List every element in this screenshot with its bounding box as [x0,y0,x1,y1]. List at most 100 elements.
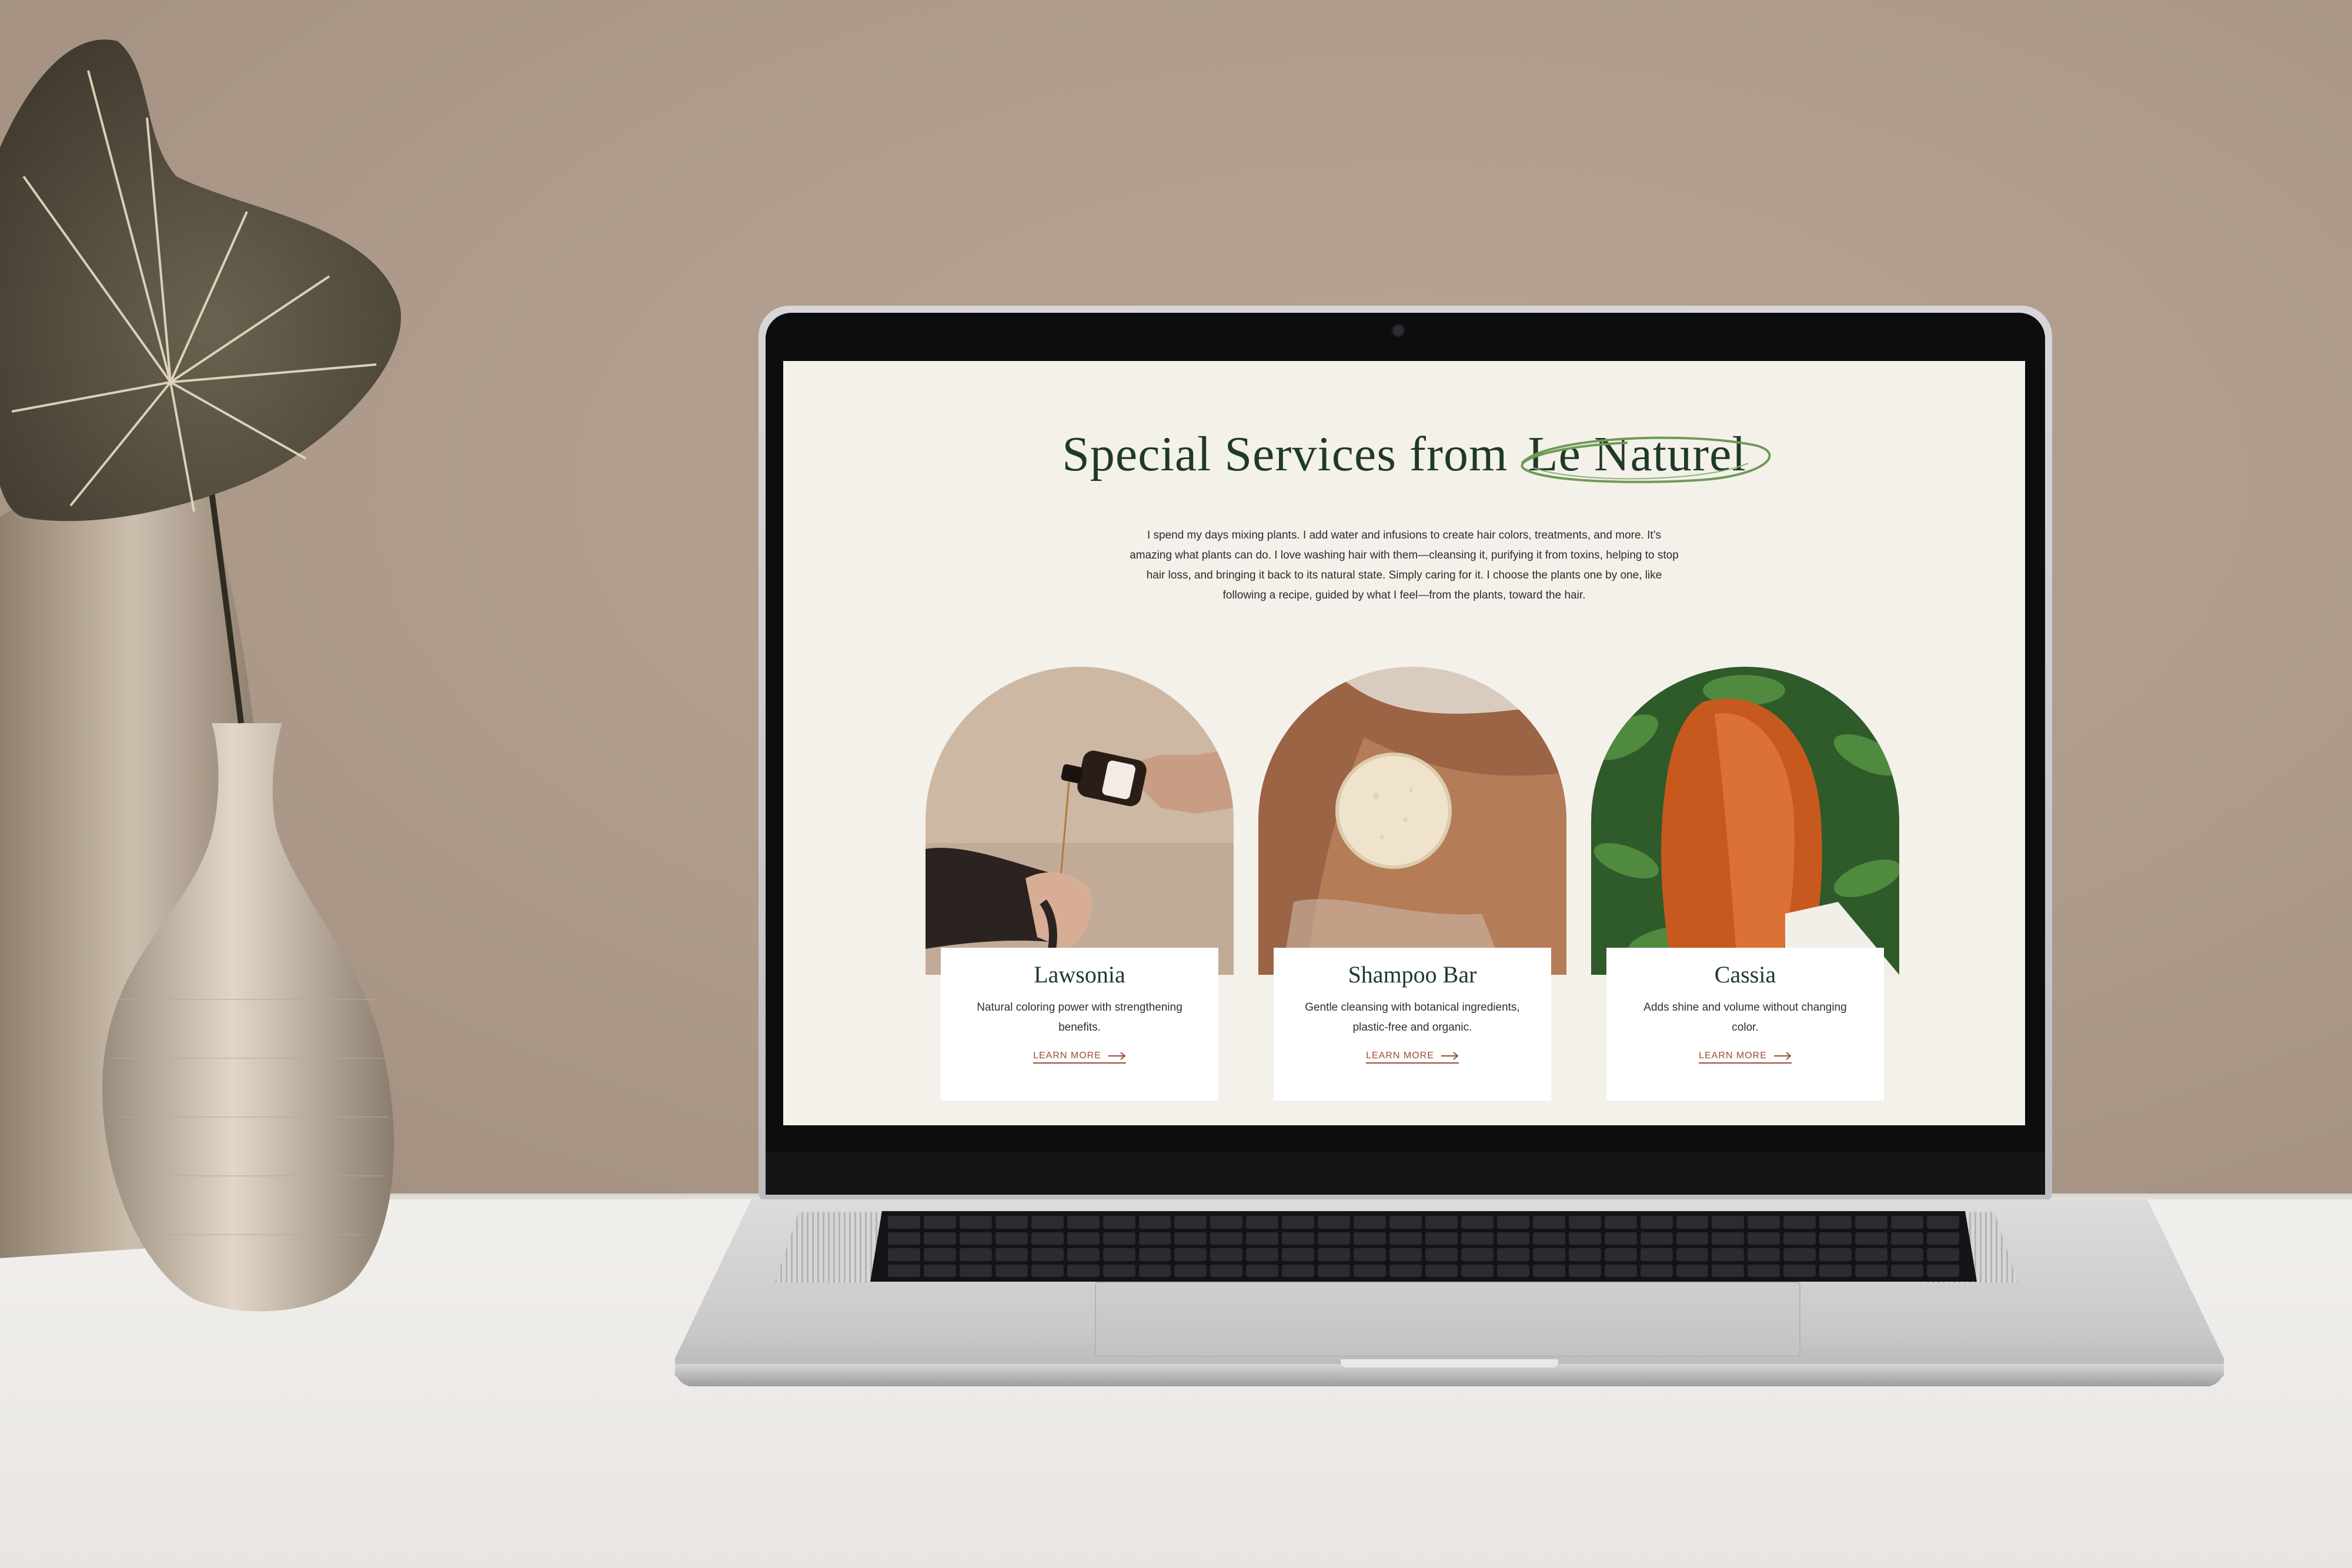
keyboard-key[interactable] [1604,1232,1637,1245]
keyboard-key[interactable] [1496,1216,1529,1229]
keyboard-key[interactable] [1819,1216,1852,1229]
keyboard-key[interactable] [888,1232,920,1245]
keyboard-key[interactable] [995,1232,1028,1245]
keyboard-key[interactable] [1568,1264,1601,1277]
keyboard-key[interactable] [1712,1248,1745,1261]
learn-more-link[interactable]: LEARN MORE [1033,1051,1126,1064]
keyboard-key[interactable] [995,1216,1028,1229]
keyboard-key[interactable] [923,1216,956,1229]
keyboard-key[interactable] [959,1264,992,1277]
keyboard-key[interactable] [1783,1248,1816,1261]
keyboard-key[interactable] [1389,1216,1422,1229]
keyboard-key[interactable] [1855,1248,1888,1261]
keyboard-key[interactable] [1354,1248,1387,1261]
keyboard-key[interactable] [1855,1232,1888,1245]
keyboard-key[interactable] [1604,1264,1637,1277]
keyboard-key[interactable] [1712,1232,1745,1245]
keyboard-key[interactable] [1354,1216,1387,1229]
keyboard-key[interactable] [1031,1248,1064,1261]
keyboard-key[interactable] [923,1232,956,1245]
keyboard-key[interactable] [888,1216,920,1229]
learn-more-link[interactable]: LEARN MORE [1366,1051,1459,1064]
keyboard-key[interactable] [959,1248,992,1261]
keyboard-key[interactable] [1282,1264,1315,1277]
keyboard-key[interactable] [1354,1264,1387,1277]
keyboard-key[interactable] [1855,1216,1888,1229]
keyboard-key[interactable] [1461,1232,1494,1245]
keyboard-key[interactable] [1067,1264,1100,1277]
keyboard-key[interactable] [1748,1232,1780,1245]
keyboard-key[interactable] [1783,1264,1816,1277]
keyboard-key[interactable] [1461,1248,1494,1261]
keyboard-key[interactable] [1425,1264,1458,1277]
keyboard-key[interactable] [1389,1264,1422,1277]
keyboard-key[interactable] [1532,1232,1565,1245]
keyboard-key[interactable] [1783,1216,1816,1229]
keyboard-key[interactable] [1532,1248,1565,1261]
keyboard-key[interactable] [1676,1248,1709,1261]
keyboard-key[interactable] [1102,1248,1135,1261]
keyboard-key[interactable] [1568,1248,1601,1261]
keyboard-key[interactable] [1927,1232,1959,1245]
keyboard-key[interactable] [1532,1264,1565,1277]
keyboard-key[interactable] [1246,1216,1279,1229]
keyboard-key[interactable] [1891,1216,1924,1229]
keyboard-key[interactable] [1389,1232,1422,1245]
keyboard-key[interactable] [1604,1216,1637,1229]
trackpad[interactable] [1095,1282,1800,1357]
keyboard-key[interactable] [1282,1216,1315,1229]
keyboard-key[interactable] [1210,1264,1243,1277]
keyboard-key[interactable] [1067,1216,1100,1229]
keyboard-key[interactable] [1748,1264,1780,1277]
keyboard-key[interactable] [1640,1232,1673,1245]
keyboard-key[interactable] [995,1264,1028,1277]
keyboard-key[interactable] [1927,1248,1959,1261]
keyboard-key[interactable] [1031,1232,1064,1245]
keyboard-key[interactable] [1425,1216,1458,1229]
keyboard-key[interactable] [888,1248,920,1261]
keyboard-key[interactable] [1174,1248,1207,1261]
keyboard-key[interactable] [1676,1216,1709,1229]
keyboard-key[interactable] [1712,1216,1745,1229]
keyboard-key[interactable] [1282,1248,1315,1261]
keyboard-key[interactable] [1102,1216,1135,1229]
keyboard-key[interactable] [1138,1232,1171,1245]
keyboard-key[interactable] [1676,1232,1709,1245]
keyboard-key[interactable] [1676,1264,1709,1277]
learn-more-link[interactable]: LEARN MORE [1699,1051,1792,1064]
keyboard-key[interactable] [1031,1216,1064,1229]
keyboard-key[interactable] [1318,1248,1351,1261]
keyboard[interactable] [870,1211,1977,1282]
keyboard-key[interactable] [1855,1264,1888,1277]
keyboard-key[interactable] [1748,1216,1780,1229]
keyboard-key[interactable] [1174,1216,1207,1229]
keyboard-key[interactable] [1640,1216,1673,1229]
keyboard-key[interactable] [1102,1232,1135,1245]
keyboard-key[interactable] [1568,1216,1601,1229]
keyboard-key[interactable] [995,1248,1028,1261]
keyboard-key[interactable] [1067,1248,1100,1261]
keyboard-key[interactable] [1210,1232,1243,1245]
keyboard-key[interactable] [1318,1232,1351,1245]
keyboard-key[interactable] [1640,1264,1673,1277]
keyboard-key[interactable] [1891,1264,1924,1277]
keyboard-key[interactable] [1246,1264,1279,1277]
keyboard-key[interactable] [1067,1232,1100,1245]
keyboard-key[interactable] [1246,1248,1279,1261]
keyboard-key[interactable] [1748,1248,1780,1261]
keyboard-key[interactable] [1138,1216,1171,1229]
keyboard-key[interactable] [1496,1232,1529,1245]
keyboard-key[interactable] [888,1264,920,1277]
keyboard-key[interactable] [923,1264,956,1277]
keyboard-key[interactable] [1210,1248,1243,1261]
keyboard-key[interactable] [1031,1264,1064,1277]
keyboard-key[interactable] [1819,1232,1852,1245]
keyboard-key[interactable] [1210,1216,1243,1229]
keyboard-key[interactable] [1282,1232,1315,1245]
keyboard-key[interactable] [1604,1248,1637,1261]
keyboard-key[interactable] [1891,1232,1924,1245]
keyboard-key[interactable] [959,1216,992,1229]
keyboard-key[interactable] [1496,1248,1529,1261]
keyboard-key[interactable] [1496,1264,1529,1277]
keyboard-key[interactable] [1819,1248,1852,1261]
